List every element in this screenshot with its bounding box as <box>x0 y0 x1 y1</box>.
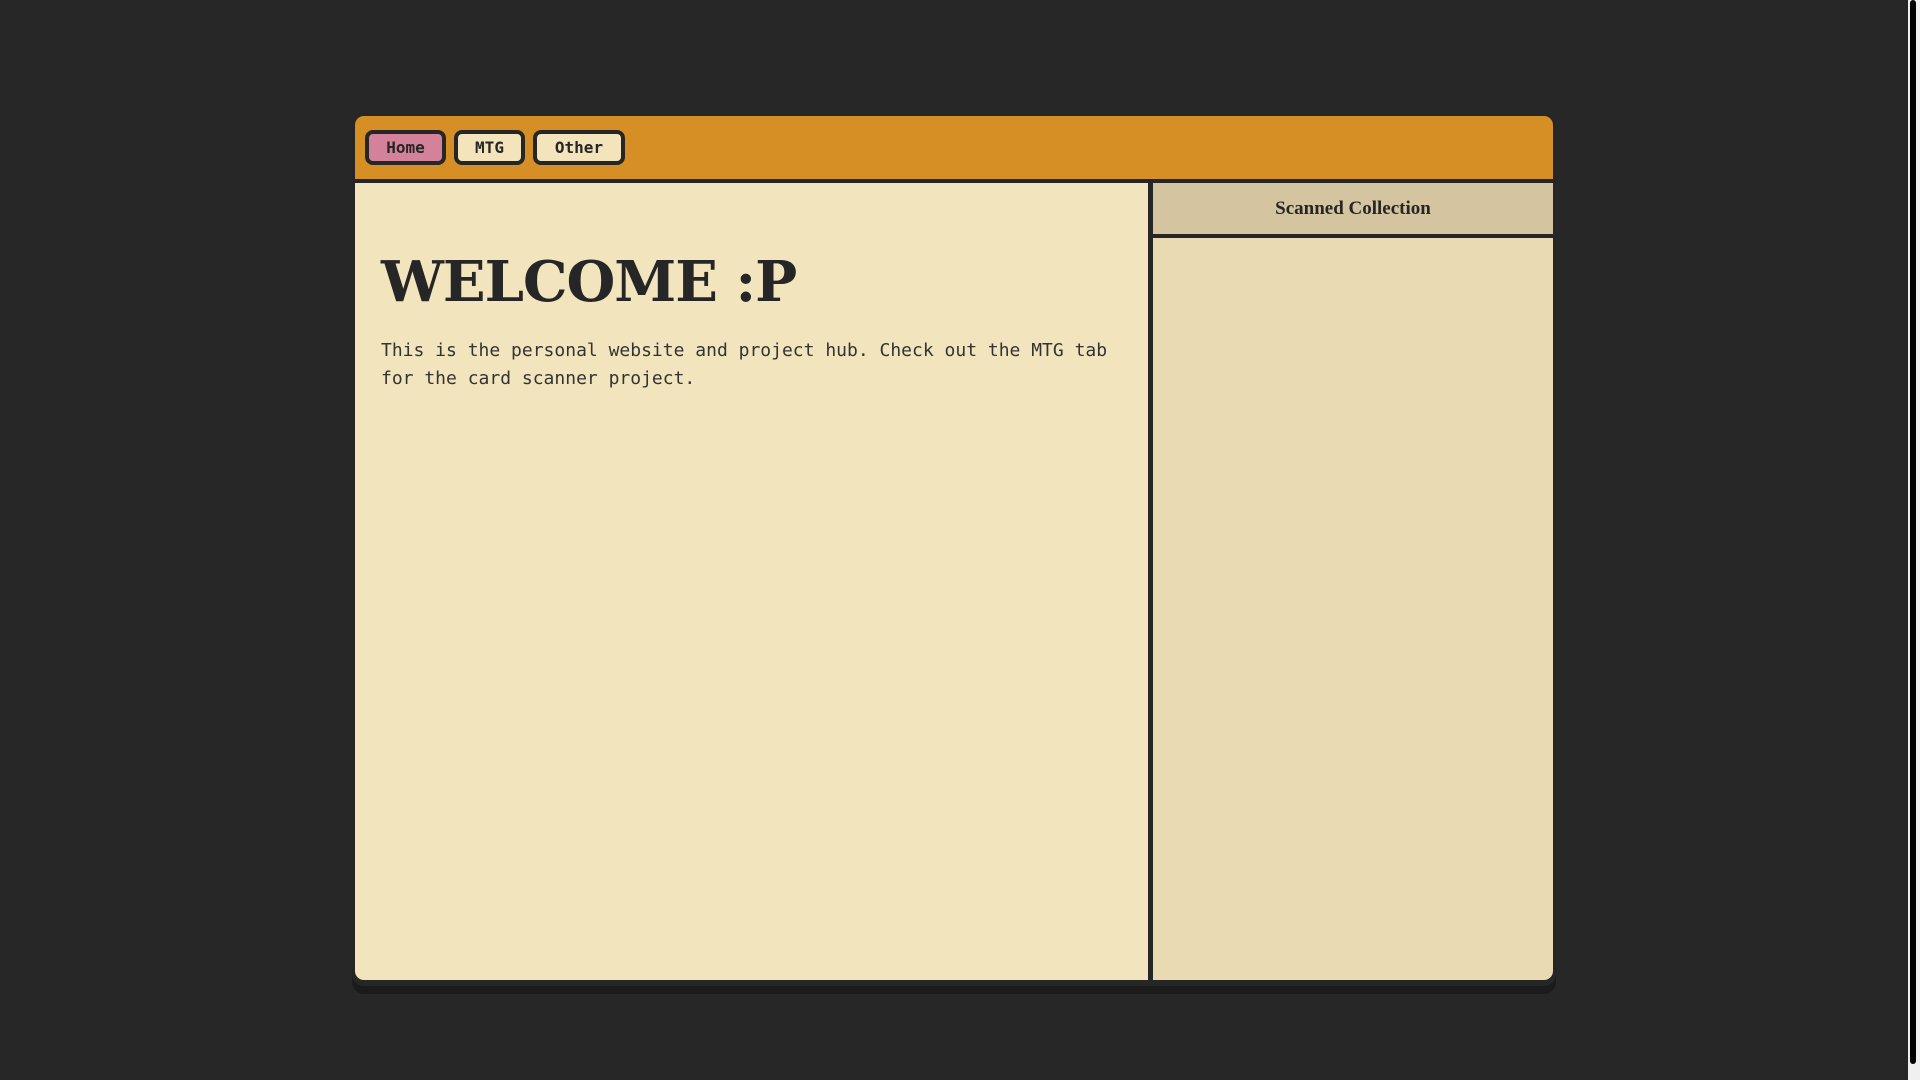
tab-other[interactable]: Other <box>533 130 625 165</box>
intro-text: This is the personal website and project… <box>381 340 1108 389</box>
nav-bar: Home MTG Other <box>355 116 1553 179</box>
tab-home[interactable]: Home <box>365 130 446 165</box>
scrollbar-thumb[interactable] <box>1910 0 1916 1064</box>
sidebar-title: Scanned Collection <box>1153 183 1553 238</box>
main-panel: WELCOME :P This is the personal website … <box>355 183 1148 980</box>
app-window: Home MTG Other WELCOME :P This is the pe… <box>352 113 1556 986</box>
page-scrollbar[interactable] <box>1908 0 1920 1080</box>
collection-list[interactable] <box>1153 238 1553 980</box>
collection-sidebar: Scanned Collection <box>1153 183 1553 980</box>
page-title: WELCOME :P <box>381 249 797 315</box>
tab-mtg[interactable]: MTG <box>454 130 525 165</box>
